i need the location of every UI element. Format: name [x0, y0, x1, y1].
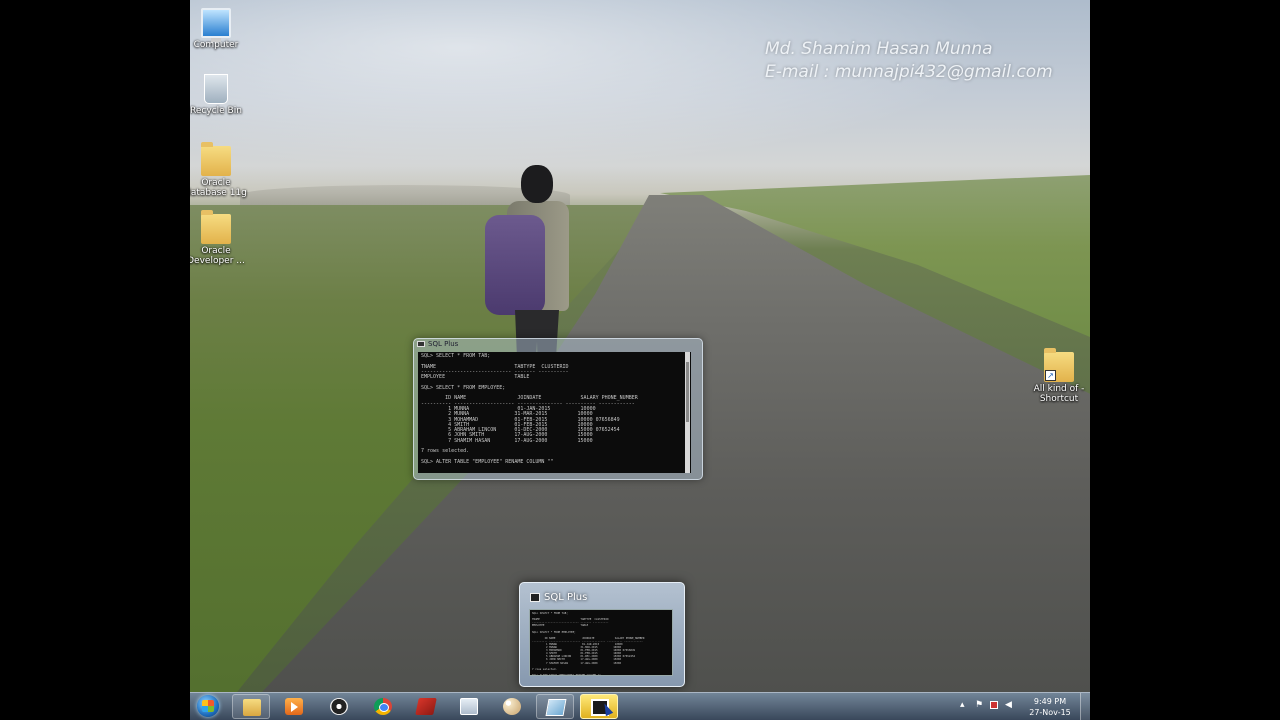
folder-shortcut-icon: ↗	[1044, 348, 1074, 382]
show-desktop-button[interactable]	[1080, 693, 1090, 720]
taskbar-button-calculator[interactable]	[450, 694, 488, 719]
clock-date: 27-Nov-15	[1029, 708, 1071, 717]
folder-icon	[201, 210, 231, 244]
taskbar-button-windows-explorer[interactable]	[232, 694, 270, 719]
desktop-icon-label: All kind of - Shortcut	[1033, 384, 1085, 404]
system-tray: ▴ ⚑ ◀ 9:49 PM 27-Nov-15	[960, 693, 1090, 720]
desktop-icon-oracle-database[interactable]: Oracle database 11g	[190, 142, 247, 198]
sql-plus-window-title: SQL Plus	[414, 339, 702, 349]
start-button[interactable]	[197, 695, 219, 717]
wallpaper-credits: Md. Shamim Hasan Munna E-mail : munnajpi…	[765, 38, 1053, 84]
desktop-screen: Md. Shamim Hasan Munna E-mail : munnajpi…	[190, 0, 1090, 720]
shortcut-arrow-icon: ↗	[1045, 370, 1056, 381]
taskbar-button-ebook-reader[interactable]	[407, 694, 445, 719]
taskbar-clock[interactable]: 9:49 PM 27-Nov-15	[1028, 696, 1072, 718]
wmp-icon	[330, 698, 348, 715]
taskbar-button-windows-media-player[interactable]	[320, 694, 358, 719]
taskbar-thumbnail-preview[interactable]: SQL Plus SQL> SELECT * FROM TAB; TNAME T…	[519, 582, 685, 687]
scrollbar-thumb[interactable]	[686, 362, 689, 422]
taskbar-button-media-center[interactable]	[275, 694, 313, 719]
console-output: SQL> SELECT * FROM TAB; TNAME TABTYPE CL…	[421, 353, 638, 465]
thumbnail-title: SQL Plus	[530, 592, 587, 604]
taskbar-button-google-chrome[interactable]	[364, 694, 402, 719]
desktop-icon-label: Oracle database 11g	[190, 178, 247, 198]
credits-name: Md. Shamim Hasan Munna	[765, 39, 993, 59]
network-error-icon[interactable]	[990, 701, 998, 709]
sql-plus-window[interactable]: SQL Plus SQL> SELECT * FROM TAB; TNAME T…	[413, 338, 703, 480]
paint-icon	[503, 698, 521, 715]
action-center-flag-icon[interactable]: ⚑	[975, 701, 984, 710]
volume-icon[interactable]: ◀	[1005, 701, 1014, 710]
thumbnail-console-text: SQL> SELECT * FROM TAB; TNAME TABTYPE CL…	[532, 612, 645, 676]
desktop-icon-oracle-developer[interactable]: Oracle Developer ...	[190, 210, 247, 266]
calculator-icon	[460, 698, 478, 715]
desktop-icon-computer[interactable]: Computer	[190, 8, 247, 50]
credits-email: E-mail : munnajpi432@gmail.com	[765, 62, 1053, 82]
folder-icon	[243, 699, 261, 716]
book-icon	[415, 698, 437, 715]
window-icon	[545, 699, 567, 716]
taskbar-button-sql-plus[interactable]	[580, 694, 618, 719]
wallpaper-sky	[190, 0, 1090, 190]
desktop-icon-label: Recycle Bin	[190, 106, 242, 116]
desktop-icon-all-kind-shortcut[interactable]: ↗ All kind of - Shortcut	[1028, 348, 1090, 404]
sql-plus-console[interactable]: SQL> SELECT * FROM TAB; TNAME TABTYPE CL…	[418, 352, 691, 473]
clock-time: 9:49 PM	[1033, 697, 1067, 706]
recycle-bin-icon	[204, 74, 228, 104]
chrome-icon	[374, 698, 392, 715]
taskbar: ▴ ⚑ ◀ 9:49 PM 27-Nov-15	[190, 692, 1090, 720]
taskbar-button-paint[interactable]	[493, 694, 531, 719]
folder-icon	[201, 142, 231, 176]
media-player-icon	[285, 698, 303, 715]
thumbnail-console-preview[interactable]: SQL> SELECT * FROM TAB; TNAME TABTYPE CL…	[529, 609, 673, 676]
computer-icon	[201, 8, 231, 42]
desktop-icon-label: Oracle Developer ...	[190, 246, 245, 266]
desktop-icon-recycle-bin[interactable]: Recycle Bin	[190, 74, 247, 116]
windows-logo-icon	[202, 700, 214, 712]
console-scrollbar[interactable]	[685, 352, 690, 473]
show-hidden-icons-icon[interactable]: ▴	[960, 701, 969, 710]
taskbar-button-app-window[interactable]	[536, 694, 574, 719]
